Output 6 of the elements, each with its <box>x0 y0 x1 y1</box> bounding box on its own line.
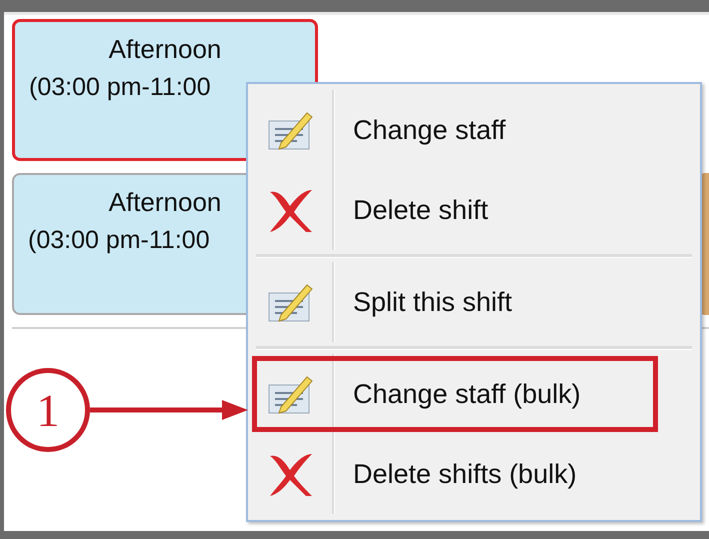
shift-title: Afternoon <box>108 34 222 65</box>
menu-item[interactable]: Delete shifts (bulk) <box>248 434 700 514</box>
shift-title: Afternoon <box>108 187 222 218</box>
shift-time: (03:00 pm-11:00 <box>27 226 210 255</box>
shift-time: (03:00 pm-11:00 <box>28 73 211 102</box>
menu-item[interactable]: Change staff (bulk) <box>248 354 700 434</box>
